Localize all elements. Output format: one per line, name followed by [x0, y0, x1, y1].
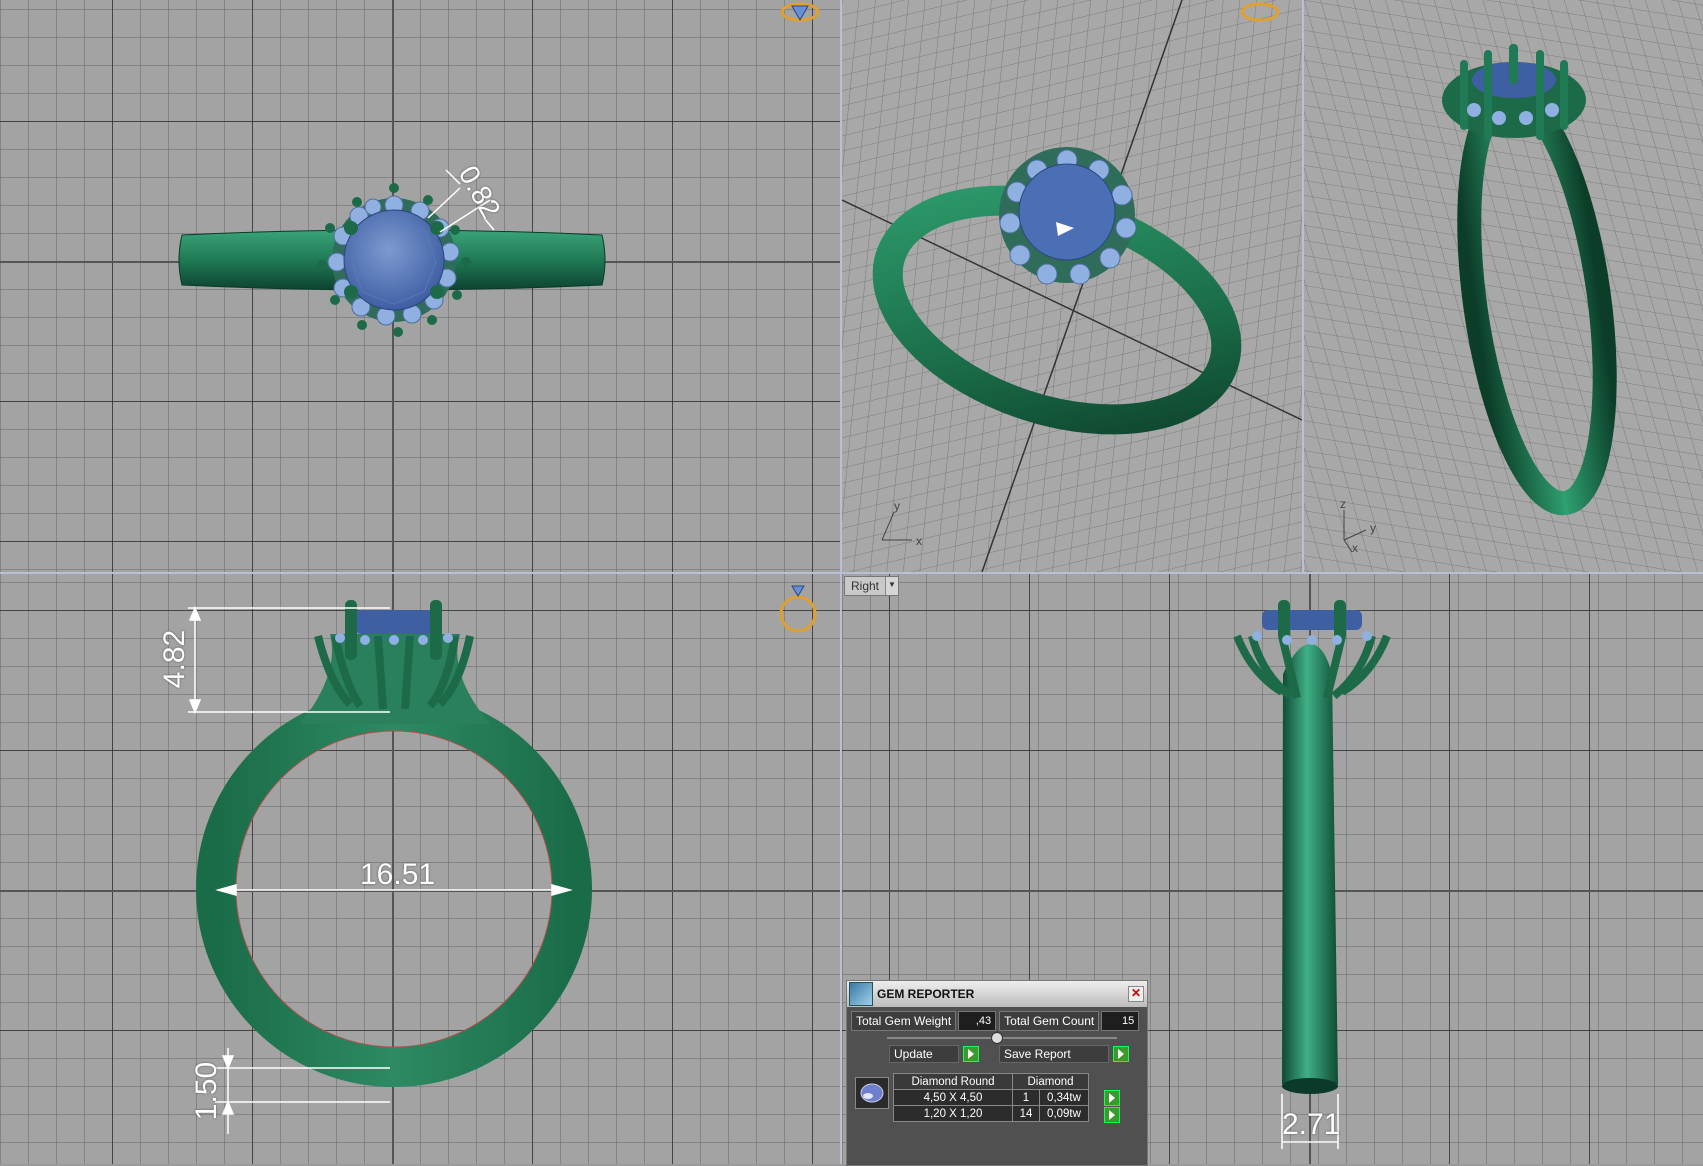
save-report-play-icon[interactable] [1113, 1046, 1129, 1062]
view-cube-top[interactable] [780, 2, 820, 22]
ring-shank-side [1282, 644, 1338, 1094]
row1-play-icon[interactable] [1104, 1090, 1120, 1106]
gem-count-cell: 1 [1012, 1089, 1040, 1106]
table-row[interactable]: 4,50 X 4,50 1 0,34tw [893, 1089, 1089, 1106]
gem-reporter-titlebar[interactable]: GEM REPORTER ✕ [847, 981, 1147, 1007]
gem-weight-cell: 0,09tw [1039, 1105, 1089, 1122]
total-weight-value: ,43 [958, 1011, 997, 1031]
gem-table-header-shape: Diamond Round [893, 1073, 1013, 1090]
gem-size-cell: 4,50 X 4,50 [893, 1089, 1013, 1106]
center-stone-top [343, 209, 445, 311]
save-report-button[interactable]: Save Report [999, 1045, 1109, 1063]
perspective-viewport[interactable]: x y [842, 0, 1302, 572]
diamond-round-icon [855, 1077, 889, 1109]
view-selector-label: Right [851, 579, 880, 593]
axis-y-label-2: y [1370, 521, 1376, 535]
update-play-icon[interactable] [963, 1046, 979, 1062]
total-count-value: 15 [1101, 1011, 1140, 1031]
save-report-button-label: Save Report [1004, 1047, 1071, 1061]
update-button-label: Update [894, 1047, 933, 1061]
dimension-inner-diameter: 16.51 [360, 858, 436, 891]
gem-count-cell: 14 [1012, 1105, 1040, 1122]
gem-reporter-title: GEM REPORTER [877, 987, 975, 1001]
axis-z-label: z [1340, 497, 1346, 511]
axis-y-label: y [894, 499, 900, 513]
ring-shank-front [196, 634, 592, 1087]
view-selector-dropdown[interactable]: Right ▼ [844, 576, 900, 596]
row2-play-icon[interactable] [1104, 1107, 1120, 1123]
dimension-band-width: 2.71 [1282, 1108, 1341, 1141]
table-row[interactable]: 1,20 X 1,20 14 0,09tw [893, 1105, 1089, 1122]
update-button[interactable]: Update [889, 1045, 959, 1063]
total-weight-label: Total Gem Weight [851, 1011, 957, 1031]
viewport-divider-v2[interactable] [1302, 0, 1304, 572]
dimension-head-height: 4.82 [158, 629, 192, 689]
gem-slider-handle[interactable] [991, 1032, 1003, 1044]
top-viewport[interactable]: 0.82 [0, 0, 840, 572]
gem-table-header-material: Diamond [1012, 1073, 1089, 1090]
gem-weight-cell: 0,34tw [1039, 1089, 1089, 1106]
view-cube-front[interactable] [779, 585, 817, 633]
front-viewport[interactable]: 4.82 16.51 1.50 [0, 574, 840, 1164]
close-icon[interactable]: ✕ [1128, 986, 1144, 1002]
perspective-viewport-2[interactable]: z y x [1304, 0, 1703, 572]
gem-size-cell: 1,20 X 1,20 [893, 1105, 1013, 1122]
total-count-label: Total Gem Count [999, 1011, 1100, 1031]
viewport-divider-v[interactable] [840, 0, 842, 1164]
viewport-divider-h[interactable] [0, 572, 1703, 574]
axis-x-label: x [916, 534, 922, 548]
dimension-band-thickness: 1.50 [190, 1061, 224, 1121]
gem-table: Diamond Round Diamond 4,50 X 4,50 1 0,34… [893, 1073, 1089, 1122]
gem-reporter-panel: GEM REPORTER ✕ Total Gem Weight ,43 Tota… [846, 980, 1148, 1166]
axis-x-label-2: x [1352, 541, 1358, 555]
chevron-down-icon[interactable]: ▼ [885, 577, 899, 595]
gem-reporter-icon [849, 982, 873, 1006]
